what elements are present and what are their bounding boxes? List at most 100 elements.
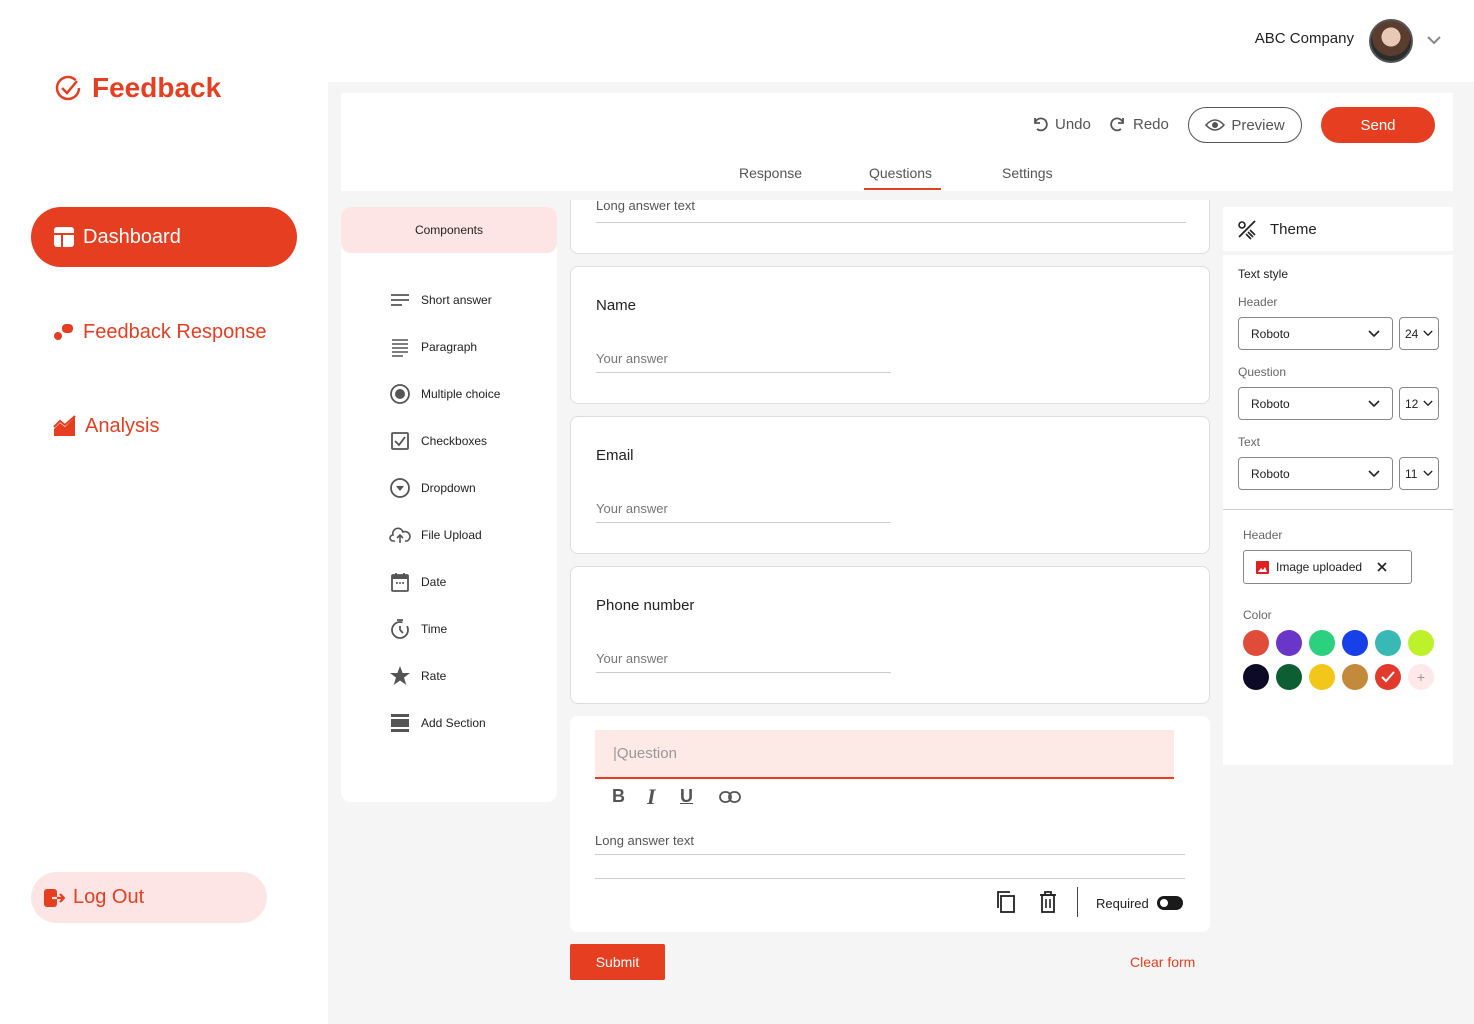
question-size-select[interactable]: 12	[1399, 387, 1439, 420]
sidebar: Feedback Dashboard Feedback Response Ana…	[0, 0, 328, 1024]
nav-feedback-response[interactable]: Feedback Response	[31, 302, 297, 362]
question-font-select[interactable]: Roboto	[1238, 387, 1393, 420]
app-logo[interactable]: Feedback	[54, 72, 221, 104]
question-editor: |Question B I U Long answer text Require…	[570, 716, 1210, 932]
chevron-down-icon	[1368, 399, 1380, 407]
color-swatch-red[interactable]	[1243, 630, 1269, 656]
question-font-label: Question	[1238, 365, 1287, 379]
header-size-select[interactable]: 24	[1399, 317, 1439, 350]
timer-icon	[391, 619, 409, 639]
component-label: File Upload	[421, 528, 482, 542]
component-paragraph[interactable]: Paragraph	[389, 336, 477, 358]
send-button[interactable]: Send	[1321, 107, 1435, 143]
preview-button[interactable]: Preview	[1188, 107, 1302, 143]
text-size-select[interactable]: 11	[1399, 457, 1439, 490]
component-rate[interactable]: Rate	[389, 665, 446, 687]
nav-analysis-label: Analysis	[85, 414, 160, 437]
logout-label: Log Out	[73, 886, 145, 908]
undo-button[interactable]: Undo	[1031, 115, 1091, 133]
chevron-down-icon	[1423, 330, 1433, 337]
question-title: Email	[596, 447, 634, 464]
long-answer-field[interactable]: Long answer text	[595, 833, 1185, 855]
redo-label: Redo	[1133, 115, 1169, 133]
color-swatch-brown[interactable]	[1342, 664, 1368, 690]
component-multiple-choice[interactable]: Multiple choice	[389, 383, 500, 405]
clear-form-link[interactable]: Clear form	[1130, 954, 1195, 970]
question-input[interactable]: |Question	[595, 730, 1174, 779]
long-answer-field[interactable]: Long answer text	[596, 200, 1186, 223]
component-time[interactable]: Time	[389, 618, 447, 640]
text-font-label: Text	[1238, 435, 1261, 449]
short-answer-icon	[391, 294, 409, 306]
select-value: 24	[1405, 326, 1419, 341]
answer-field[interactable]: Your answer	[596, 501, 891, 523]
tab-questions[interactable]: Questions	[869, 165, 932, 181]
add-color-button[interactable]: +	[1408, 664, 1434, 690]
question-card-email[interactable]: Email Your answer	[570, 416, 1210, 554]
text-style-label: Text style	[1238, 267, 1289, 281]
divider	[1077, 887, 1078, 917]
nav-dashboard-label: Dashboard	[83, 225, 181, 248]
nav-dashboard[interactable]: Dashboard	[31, 207, 297, 267]
divider	[595, 878, 1185, 879]
color-swatch-dark-green[interactable]	[1276, 664, 1302, 690]
component-label: Multiple choice	[421, 387, 501, 401]
link-icon[interactable]	[719, 790, 741, 804]
required-label: Required	[1096, 896, 1149, 911]
copy-icon[interactable]	[995, 890, 1017, 914]
color-swatch-blue[interactable]	[1342, 630, 1368, 656]
header-font-select[interactable]: Roboto	[1238, 317, 1393, 350]
tab-response[interactable]: Response	[739, 165, 802, 181]
color-swatch-navy[interactable]	[1243, 664, 1269, 690]
avatar[interactable]	[1369, 19, 1413, 63]
component-checkboxes[interactable]: Checkboxes	[389, 430, 487, 452]
component-dropdown[interactable]: Dropdown	[389, 477, 476, 499]
answer-field[interactable]: Your answer	[596, 651, 891, 673]
paragraph-icon	[392, 339, 408, 357]
color-swatch-teal[interactable]	[1375, 630, 1401, 656]
header-image-chip[interactable]: Image uploaded	[1243, 550, 1412, 584]
color-swatch-purple[interactable]	[1276, 630, 1302, 656]
trash-icon[interactable]	[1038, 891, 1058, 913]
calendar-icon	[391, 573, 409, 592]
components-header: Components	[341, 207, 557, 253]
question-card-phone[interactable]: Phone number Your answer	[570, 566, 1210, 704]
italic-button[interactable]: I	[647, 784, 656, 810]
required-toggle[interactable]	[1157, 896, 1183, 910]
component-label: Checkboxes	[421, 434, 488, 448]
bold-button[interactable]: B	[612, 786, 625, 807]
radio-icon	[390, 384, 410, 404]
check-circle-icon	[55, 75, 81, 101]
color-swatch-yellow[interactable]	[1309, 664, 1335, 690]
select-value: Roboto	[1251, 466, 1290, 481]
component-short-answer[interactable]: Short answer	[389, 289, 492, 311]
close-icon[interactable]	[1377, 562, 1387, 572]
chevron-down-icon	[1368, 469, 1380, 477]
answer-field[interactable]: Your answer	[596, 351, 891, 373]
chevron-down-icon[interactable]	[1424, 30, 1444, 50]
checkbox-icon	[391, 432, 409, 450]
header-image-value: Image uploaded	[1276, 560, 1363, 574]
chevron-down-icon	[1368, 329, 1380, 337]
form-toolbar: Undo Redo Preview Send Response Question…	[341, 93, 1453, 191]
color-swatch-green[interactable]	[1309, 630, 1335, 656]
question-card-name[interactable]: Name Your answer	[570, 266, 1210, 404]
question-card-partial[interactable]: Long answer text	[570, 200, 1210, 254]
color-swatch-lime[interactable]	[1408, 630, 1434, 656]
redo-icon	[1110, 117, 1124, 132]
component-date[interactable]: Date	[389, 571, 446, 593]
submit-button[interactable]: Submit	[570, 944, 665, 980]
underline-button[interactable]: U	[680, 786, 693, 807]
cloud-upload-icon	[389, 527, 411, 543]
component-file-upload[interactable]: File Upload	[389, 524, 482, 546]
chevron-down-icon	[1423, 470, 1433, 477]
redo-button[interactable]: Redo	[1109, 115, 1169, 133]
color-swatch-selected[interactable]	[1375, 664, 1401, 690]
logout-button[interactable]: Log Out	[31, 872, 267, 923]
tab-settings[interactable]: Settings	[1002, 165, 1053, 181]
nav-analysis[interactable]: Analysis	[31, 396, 297, 456]
component-add-section[interactable]: Add Section	[389, 712, 486, 734]
send-label: Send	[1360, 116, 1396, 134]
text-font-select[interactable]: Roboto	[1238, 457, 1393, 490]
divider	[1223, 509, 1453, 510]
